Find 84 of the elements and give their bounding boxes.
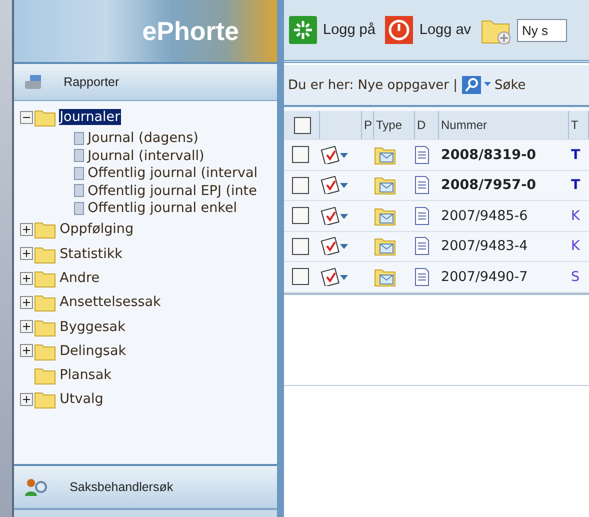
tree-label[interactable]: Utvalg — [58, 391, 104, 408]
people-search-icon — [24, 477, 50, 497]
expand-icon[interactable] — [20, 296, 33, 309]
expand-icon[interactable] — [20, 272, 33, 284]
search-button[interactable]: Søke — [462, 76, 526, 94]
number-cell-text: 2008/7957-0 — [440, 177, 538, 194]
column-header[interactable]: D — [415, 111, 439, 139]
number-cell-text: 2007/9485-6 — [440, 208, 529, 224]
tree-label[interactable]: Andre — [58, 270, 100, 286]
envelope-folder-icon — [374, 175, 396, 196]
row-checkbox[interactable] — [292, 176, 309, 194]
row-checkbox[interactable] — [292, 146, 309, 164]
task-menu-icon[interactable] — [320, 146, 350, 164]
row-checkbox[interactable] — [292, 268, 309, 286]
power-icon — [385, 16, 414, 44]
tree-label[interactable]: Byggesak — [58, 318, 126, 335]
tree-label[interactable]: Journaler — [58, 109, 122, 126]
logout-button[interactable]: Logg av — [385, 16, 476, 44]
document-icon — [74, 184, 84, 198]
tree-label[interactable]: Delingsak — [58, 342, 128, 359]
tree-label[interactable]: Statistikk — [58, 246, 124, 262]
tree-leaf[interactable]: Offentlig journal (interval — [20, 164, 277, 182]
tree-item[interactable]: Plansak — [20, 363, 277, 388]
document-icon — [415, 268, 429, 286]
select-all-checkbox[interactable] — [294, 116, 311, 134]
tree-leaf[interactable]: Offentlig journal enkel — [20, 200, 277, 218]
document-icon — [415, 237, 429, 256]
document-icon — [74, 166, 84, 180]
task-menu-icon[interactable] — [320, 237, 350, 256]
tree-item[interactable]: Journaler — [20, 105, 277, 130]
document-icon — [415, 176, 429, 194]
number-cell-text: 2007/9490-7 — [440, 268, 529, 285]
row-checkbox[interactable] — [292, 207, 309, 224]
collapse-icon[interactable] — [20, 110, 33, 124]
expand-icon[interactable] — [20, 320, 33, 334]
title-cell[interactable]: S — [569, 268, 589, 285]
new-field[interactable]: Ny s — [517, 18, 568, 42]
document-icon — [74, 202, 84, 215]
expand-icon[interactable] — [20, 344, 33, 358]
tree-item[interactable]: Byggesak — [20, 314, 277, 339]
tree-item[interactable]: Delingsak — [20, 338, 277, 364]
envelope-folder-icon — [374, 266, 396, 287]
document-icon — [415, 206, 429, 225]
expand-icon[interactable] — [20, 392, 33, 406]
login-icon — [289, 16, 317, 44]
number-cell-text: 2008/8319-0 — [440, 146, 538, 163]
tree-leaf[interactable]: Offentlig journal EPJ (inte — [20, 182, 277, 200]
search-header[interactable]: Saksbehandlersøk — [14, 464, 277, 509]
envelope-folder-icon — [374, 144, 396, 165]
reports-header[interactable]: Rapporter — [14, 64, 277, 101]
tree-leaf[interactable]: Journal (intervall) — [20, 146, 277, 164]
envelope-folder-icon — [374, 206, 396, 226]
tree-label[interactable]: Plansak — [58, 367, 112, 384]
expand-icon[interactable] — [20, 222, 33, 236]
envelope-folder-icon — [374, 236, 396, 256]
number-cell-text: 2007/9483-4 — [440, 238, 529, 254]
column-header[interactable]: T — [569, 111, 589, 139]
search-icon — [462, 76, 492, 94]
document-icon — [74, 132, 84, 145]
title-cell[interactable]: K — [569, 208, 589, 224]
tree-item[interactable]: Statistikk — [20, 242, 277, 266]
expand-icon[interactable] — [20, 247, 33, 260]
title-cell[interactable]: T — [569, 146, 589, 163]
task-menu-icon[interactable] — [320, 206, 350, 225]
title-cell[interactable]: K — [569, 238, 589, 254]
row-checkbox[interactable] — [292, 238, 309, 255]
task-menu-icon[interactable] — [320, 176, 350, 194]
tree-label[interactable]: Oppfølging — [58, 221, 135, 238]
breadcrumb: Du er her: Nye oppgaver | — [288, 78, 458, 92]
column-header[interactable]: P — [362, 111, 374, 139]
login-button[interactable]: Logg på — [289, 16, 380, 44]
document-icon — [74, 149, 84, 162]
tree-item[interactable]: Utvalg — [20, 387, 277, 412]
document-icon — [415, 146, 429, 164]
logo-text: ePhorte — [142, 16, 239, 46]
tree-item[interactable]: Andre — [20, 266, 277, 290]
column-header[interactable]: Type — [374, 111, 415, 139]
title-cell[interactable]: T — [569, 177, 589, 194]
tree-leaf[interactable]: Journal (dagens) — [20, 129, 277, 147]
task-menu-icon[interactable] — [320, 268, 350, 286]
tree-item[interactable]: Oppfølging — [20, 217, 277, 242]
tree-item[interactable]: Ansettelsessak — [20, 290, 277, 314]
tree-label[interactable]: Ansettelsessak — [58, 294, 162, 310]
column-header[interactable]: Nummer — [439, 111, 569, 139]
